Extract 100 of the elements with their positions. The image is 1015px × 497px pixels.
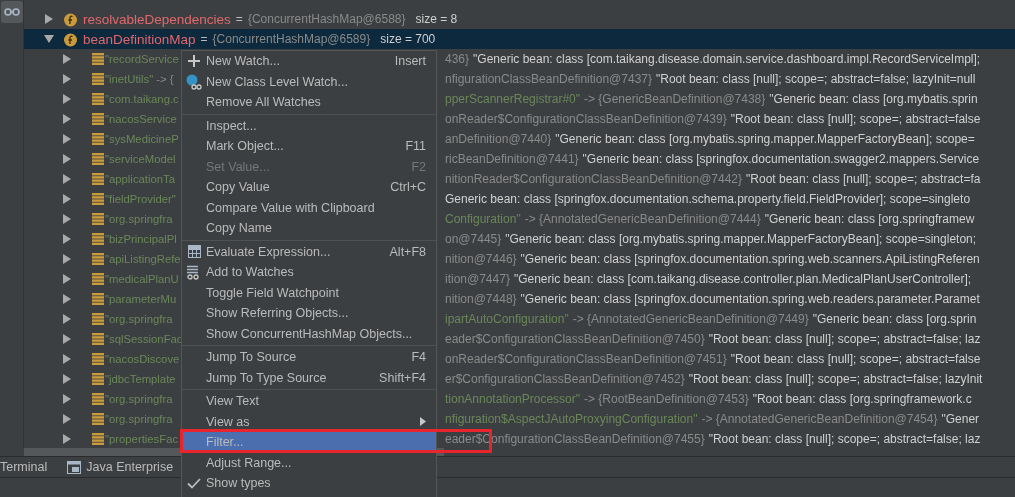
entry-text: "Generic bean: class [org.mybatis.spring.mapper.MapperFactoryBean]; scope= bbox=[555, 132, 975, 146]
expand-arrow-icon[interactable] bbox=[62, 414, 72, 424]
entry-text: nition@7448} bbox=[445, 292, 517, 306]
entry-icon bbox=[92, 193, 104, 205]
entry-text: onReader$ConfigurationClassBeanDefinition@7439} bbox=[445, 112, 727, 126]
expand-arrow-icon[interactable] bbox=[62, 94, 72, 104]
expand-arrow-icon[interactable] bbox=[62, 434, 72, 444]
tool-window-tab[interactable]: Terminal bbox=[0, 457, 54, 477]
glasses-icon bbox=[3, 7, 20, 17]
variable-name: resolvableDependencies bbox=[83, 11, 231, 27]
entry-text: ipartAutoConfiguration" bbox=[445, 312, 569, 326]
entry-text: "inetUtils" bbox=[105, 73, 154, 85]
menu-item[interactable]: Show ConcurrentHashMap Objects... bbox=[182, 323, 436, 344]
menu-item[interactable]: Compare Value with Clipboard bbox=[182, 197, 436, 218]
entry-icon bbox=[92, 253, 104, 265]
entry-text: -> {AnnotatedGenericBeanDefinition@7449} bbox=[572, 312, 809, 326]
entry-text: onReader$ConfigurationClassBeanDefinition@7451} bbox=[445, 352, 727, 366]
expand-arrow-icon[interactable] bbox=[62, 174, 72, 184]
entry-icon bbox=[92, 393, 104, 405]
expand-arrow-icon[interactable] bbox=[62, 194, 72, 204]
expand-arrow-icon[interactable] bbox=[62, 214, 72, 224]
expand-arrow-icon[interactable] bbox=[62, 294, 72, 304]
entry-text: "Gener bbox=[941, 412, 980, 426]
entry-text: "nacosDiscove bbox=[105, 353, 180, 365]
expand-arrow-icon[interactable] bbox=[62, 154, 72, 164]
plus-icon bbox=[188, 55, 200, 68]
entry-text: "Generic bean: class [com.taikang.disease.domain.service.dashboard.impl.RecordServiceImpl]; bbox=[473, 52, 981, 66]
entry-text: "Generic bean: class [springfox.documentation.swagger2.mappers.Service bbox=[582, 152, 980, 166]
menu-item[interactable]: Remove All Watches bbox=[182, 92, 436, 113]
entry-text: "Generic bean: class [org.sprin bbox=[812, 312, 977, 326]
menu-item[interactable]: Add to Watches bbox=[182, 262, 436, 283]
entry-text: "Root bean: class [null]; scope=; abstract=false bbox=[730, 352, 981, 366]
entry-text: eader$ConfigurationClassBeanDefinition@7450} bbox=[445, 332, 705, 346]
size-label: size = 700 bbox=[380, 32, 436, 46]
expand-arrow-icon[interactable] bbox=[62, 234, 72, 244]
entry-text: "org.springfra bbox=[105, 393, 173, 405]
expand-arrow-icon[interactable] bbox=[44, 14, 54, 24]
entry-icon bbox=[92, 53, 104, 65]
size-label: size = 8 bbox=[415, 12, 458, 26]
entry-text: "Root bean: class [null]; scope=; abstract=false bbox=[730, 112, 981, 126]
entry-text: nfiguration$AspectJAutoProxyingConfiguration" bbox=[445, 412, 698, 426]
entry-icon bbox=[92, 213, 104, 225]
entry-icon bbox=[92, 333, 104, 345]
collapse-arrow-icon[interactable] bbox=[44, 34, 54, 44]
menu-item[interactable]: Jump To Source F4 bbox=[182, 347, 436, 368]
entry-text: er$ConfigurationClassBeanDefinition@7452} bbox=[445, 372, 685, 386]
entry-text: "Root bean: class [null]; scope=; abstract=false; laz bbox=[708, 332, 981, 346]
menu-item[interactable]: New Class Level Watch... bbox=[182, 71, 436, 92]
entry-text: "bizPrincipalPl bbox=[105, 233, 177, 245]
entry-text: -> {GenericBeanDefinition@7438} bbox=[584, 92, 766, 106]
expand-arrow-icon[interactable] bbox=[62, 274, 72, 284]
expand-arrow-icon[interactable] bbox=[62, 74, 72, 84]
entry-text: ition@7447} bbox=[445, 272, 510, 286]
entry-text: tionAnnotationProcessor" bbox=[445, 392, 580, 406]
entry-text: "Generic bean: class [org.mybatis.sprin bbox=[769, 92, 978, 106]
entry-icon bbox=[92, 293, 104, 305]
expand-arrow-icon[interactable] bbox=[62, 314, 72, 324]
expand-arrow-icon[interactable] bbox=[62, 134, 72, 144]
menu-item[interactable]: Show Referring Objects... bbox=[182, 303, 436, 324]
calculator-icon bbox=[187, 245, 201, 259]
tree-row[interactable]: beanDefinitionMap = {ConcurrentHashMap@6589} size = 700 bbox=[24, 29, 1015, 49]
menu-item[interactable]: Inspect... bbox=[182, 115, 436, 136]
entry-text: -> {RootBeanDefinition@7453} bbox=[584, 392, 749, 406]
tool-window-tab[interactable]: Java Enterprise bbox=[67, 457, 180, 477]
entry-text: -> { bbox=[156, 73, 174, 85]
menu-item[interactable]: Toggle Field Watchpoint bbox=[182, 282, 436, 303]
menu-item[interactable]: Adjust Range... bbox=[182, 452, 436, 473]
entry-icon bbox=[92, 233, 104, 245]
expand-arrow-icon[interactable] bbox=[62, 114, 72, 124]
entry-text: "jdbcTemplate bbox=[105, 373, 176, 385]
expand-arrow-icon[interactable] bbox=[62, 54, 72, 64]
entry-text: nfigurationClassBeanDefinition@7437} bbox=[445, 72, 652, 86]
menu-item[interactable]: View as bbox=[182, 411, 436, 432]
menu-item[interactable]: New Watch... Insert bbox=[182, 51, 436, 72]
menu-item[interactable]: Jump To Type Source Shift+F4 bbox=[182, 367, 436, 388]
menu-item[interactable]: View Text bbox=[182, 391, 436, 412]
entry-text: "fieldProvider" bbox=[105, 193, 176, 205]
entry-text: -> {AnnotatedGenericBeanDefinition@7444} bbox=[524, 212, 761, 226]
expand-arrow-icon[interactable] bbox=[62, 354, 72, 364]
expand-arrow-icon[interactable] bbox=[62, 394, 72, 404]
menu-item[interactable]: Copy Value Ctrl+C bbox=[182, 177, 436, 198]
entry-text: "Root bean: class [null]; scope=; abstract=fa bbox=[746, 172, 981, 186]
entry-text: "com.taikang.c bbox=[105, 93, 179, 105]
tree-row[interactable]: resolvableDependencies = {ConcurrentHashMap@6588} size = 8 bbox=[24, 9, 1015, 29]
menu-item[interactable]: Copy Name bbox=[182, 218, 436, 239]
expand-arrow-icon[interactable] bbox=[62, 334, 72, 344]
submenu-arrow-icon bbox=[420, 417, 426, 427]
expand-arrow-icon[interactable] bbox=[62, 374, 72, 384]
expand-arrow-icon[interactable] bbox=[62, 254, 72, 264]
entry-text: "medicalPlanU bbox=[105, 273, 179, 285]
watches-toggle-button[interactable] bbox=[0, 1, 23, 23]
field-icon bbox=[63, 11, 78, 27]
menu-item[interactable]: Evaluate Expression... Alt+F8 bbox=[182, 241, 436, 262]
entry-icon bbox=[92, 153, 104, 165]
entry-text: "parameterMu bbox=[105, 293, 177, 305]
entry-text: "Generic bean: class [springfox.documentation.spring.web.scanners.ApiListingReferen bbox=[520, 252, 980, 266]
menu-item[interactable]: Show types bbox=[182, 473, 436, 494]
menu-item[interactable]: Mark Object... F11 bbox=[182, 136, 436, 157]
entry-text: "sysMedicineP bbox=[105, 133, 179, 145]
entry-text: anDefinition@7440} bbox=[445, 132, 552, 146]
